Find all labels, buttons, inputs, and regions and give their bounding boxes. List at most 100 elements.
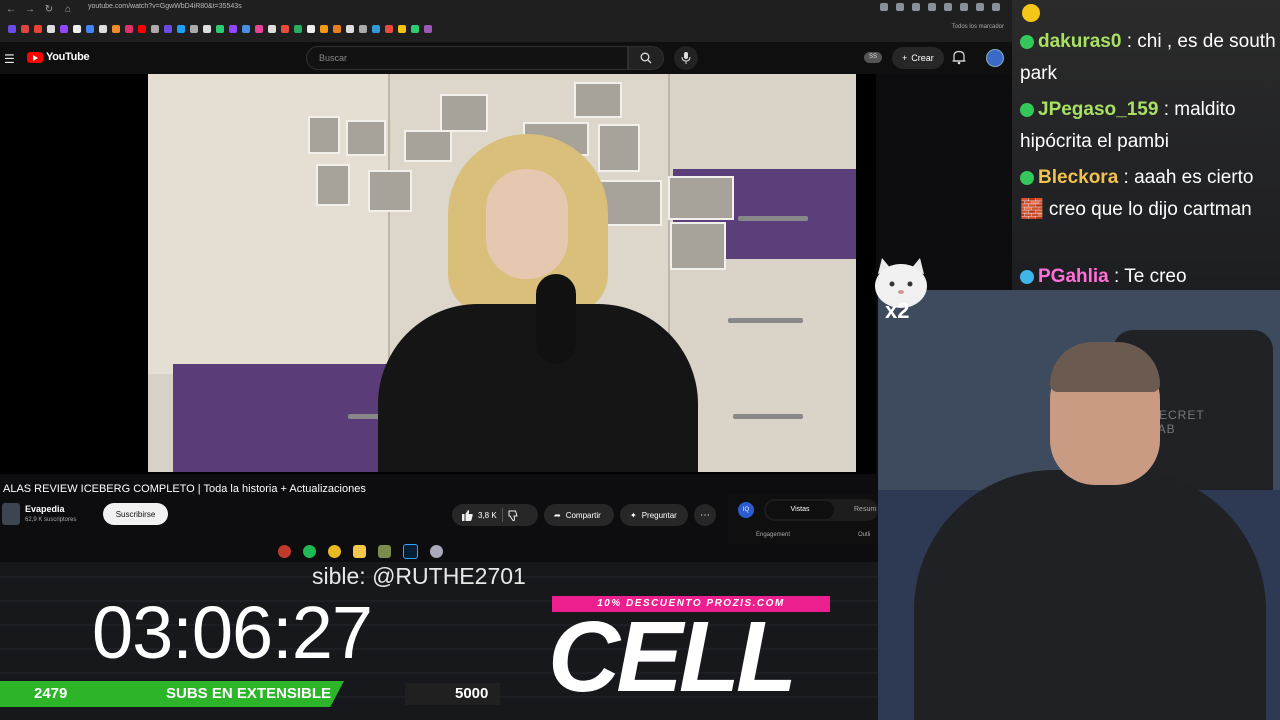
forward-icon[interactable]: → (22, 1, 38, 17)
bookmark-icon[interactable] (73, 25, 81, 33)
bookmark-icon[interactable] (424, 25, 432, 33)
subscribe-button[interactable]: Suscribirse (103, 503, 168, 525)
wall-photo (316, 164, 350, 206)
bookmark-icon[interactable] (242, 25, 250, 33)
extension-icon[interactable] (944, 3, 952, 11)
zoom-icon[interactable] (880, 3, 888, 11)
bookmark-icon[interactable] (398, 25, 406, 33)
spotify-icon[interactable] (302, 544, 316, 558)
bookmark-icon[interactable] (385, 25, 393, 33)
bookmark-icon[interactable] (60, 25, 68, 33)
search-input[interactable] (317, 52, 601, 64)
bookmark-star-icon[interactable] (912, 3, 920, 11)
bookmark-icon[interactable] (138, 25, 146, 33)
chat-username: PGahlia (1038, 266, 1109, 287)
bookmark-icon[interactable] (112, 25, 120, 33)
play-logo-icon (27, 51, 43, 63)
thumbs-up-icon[interactable] (462, 509, 473, 521)
share-icon[interactable] (896, 3, 904, 11)
like-count[interactable]: 3,8 K (478, 511, 497, 520)
engagement-label[interactable]: Engagement (756, 532, 790, 538)
back-icon[interactable]: ← (3, 1, 19, 17)
outline-label[interactable]: Outli (858, 532, 870, 538)
bookmark-icon[interactable] (86, 25, 94, 33)
video-frame[interactable] (148, 74, 856, 472)
microphone (536, 274, 576, 364)
wall-photo (574, 82, 622, 118)
tab-vistas[interactable]: Vistas (766, 501, 834, 519)
wall-photo (404, 130, 452, 162)
bookmark-icon[interactable] (99, 25, 107, 33)
thumbs-down-icon[interactable] (508, 510, 519, 521)
drawer-handle (733, 414, 803, 419)
obs-icon[interactable] (277, 544, 291, 558)
chat-message: Bleckora : aaah es cierto 🧱 creo que lo … (1020, 162, 1276, 226)
search-icon (640, 52, 652, 64)
minecraft-icon[interactable] (377, 544, 391, 558)
tab-resumen[interactable]: Resum (854, 501, 876, 519)
ask-button[interactable]: ✦ Preguntar (620, 504, 688, 526)
subscriber-badge-icon (1020, 102, 1034, 117)
bookmark-icon[interactable] (125, 25, 133, 33)
create-label: Crear (911, 53, 934, 63)
bookmark-icon[interactable] (216, 25, 224, 33)
bookmark-icon[interactable] (281, 25, 289, 33)
extension-icon[interactable] (960, 3, 968, 11)
channel-name[interactable]: Evapedia (25, 504, 65, 514)
create-button[interactable]: + Crear (892, 47, 944, 69)
extension-icon[interactable] (976, 3, 984, 11)
bookmark-icon[interactable] (333, 25, 341, 33)
wall-photo (440, 94, 488, 132)
scrolling-banner: sible: @RUTHE2701 (312, 563, 526, 589)
home-icon[interactable]: ⌂ (60, 1, 76, 17)
share-button[interactable]: ➦ Compartir (544, 504, 614, 526)
bookmark-icon[interactable] (229, 25, 237, 33)
channel-avatar[interactable] (2, 503, 20, 525)
ss-extension-badge[interactable]: SS (864, 52, 882, 63)
bookmark-icon[interactable] (372, 25, 380, 33)
bookmark-icon[interactable] (203, 25, 211, 33)
bookmark-icon[interactable] (21, 25, 29, 33)
extension-icons (880, 3, 1000, 11)
app-icon[interactable] (429, 544, 443, 558)
chat-text: : Te creo (1108, 266, 1187, 287)
bookmark-icon[interactable] (268, 25, 276, 33)
bookmark-icon[interactable] (34, 25, 42, 33)
subs-goal-label: SUBS EN EXTENSIBLE (166, 685, 332, 702)
more-dots-icon: ⋯ (700, 509, 710, 521)
youtube-header: ☰ YouTube SS + Crear (0, 42, 1012, 74)
bookmark-icon[interactable] (411, 25, 419, 33)
bell-icon[interactable] (952, 50, 966, 65)
bookmark-icon[interactable] (359, 25, 367, 33)
bookmark-icon[interactable] (307, 25, 315, 33)
bookmark-icon[interactable] (8, 25, 16, 33)
analytics-extension-icon[interactable]: IQ (738, 502, 754, 518)
photoshop-icon[interactable] (402, 543, 418, 559)
all-bookmarks-folder[interactable]: Todos los marcador (952, 24, 1004, 30)
bookmark-icon[interactable] (164, 25, 172, 33)
bookmark-icon[interactable] (294, 25, 302, 33)
bookmark-icon[interactable] (47, 25, 55, 33)
bookmark-icon[interactable] (320, 25, 328, 33)
more-options-button[interactable]: ⋯ (694, 504, 716, 526)
bookmark-icon[interactable] (346, 25, 354, 33)
chrome-icon[interactable] (327, 544, 341, 558)
profile-icon[interactable] (992, 3, 1000, 11)
voice-search-button[interactable] (674, 46, 698, 70)
menu-icon[interactable]: ☰ (4, 52, 15, 66)
youtube-logo[interactable]: YouTube (27, 51, 90, 63)
bookmark-icon[interactable] (177, 25, 185, 33)
video-title: ALAS REVIEW ICEBERG COMPLETO | Toda la h… (3, 483, 366, 495)
divider (501, 508, 503, 522)
wardrobe-left (148, 74, 388, 374)
search-box (306, 46, 628, 70)
bookmark-icon[interactable] (255, 25, 263, 33)
address-bar[interactable]: youtube.com/watch?v=GgwWbD4iR80&t=35543s (88, 3, 242, 10)
account-avatar[interactable] (986, 49, 1004, 67)
bookmark-icon[interactable] (190, 25, 198, 33)
file-explorer-icon[interactable] (352, 544, 366, 558)
reload-icon[interactable]: ↻ (41, 1, 57, 17)
bookmark-icon[interactable] (151, 25, 159, 33)
search-button[interactable] (628, 46, 664, 70)
extension-icon[interactable] (928, 3, 936, 11)
